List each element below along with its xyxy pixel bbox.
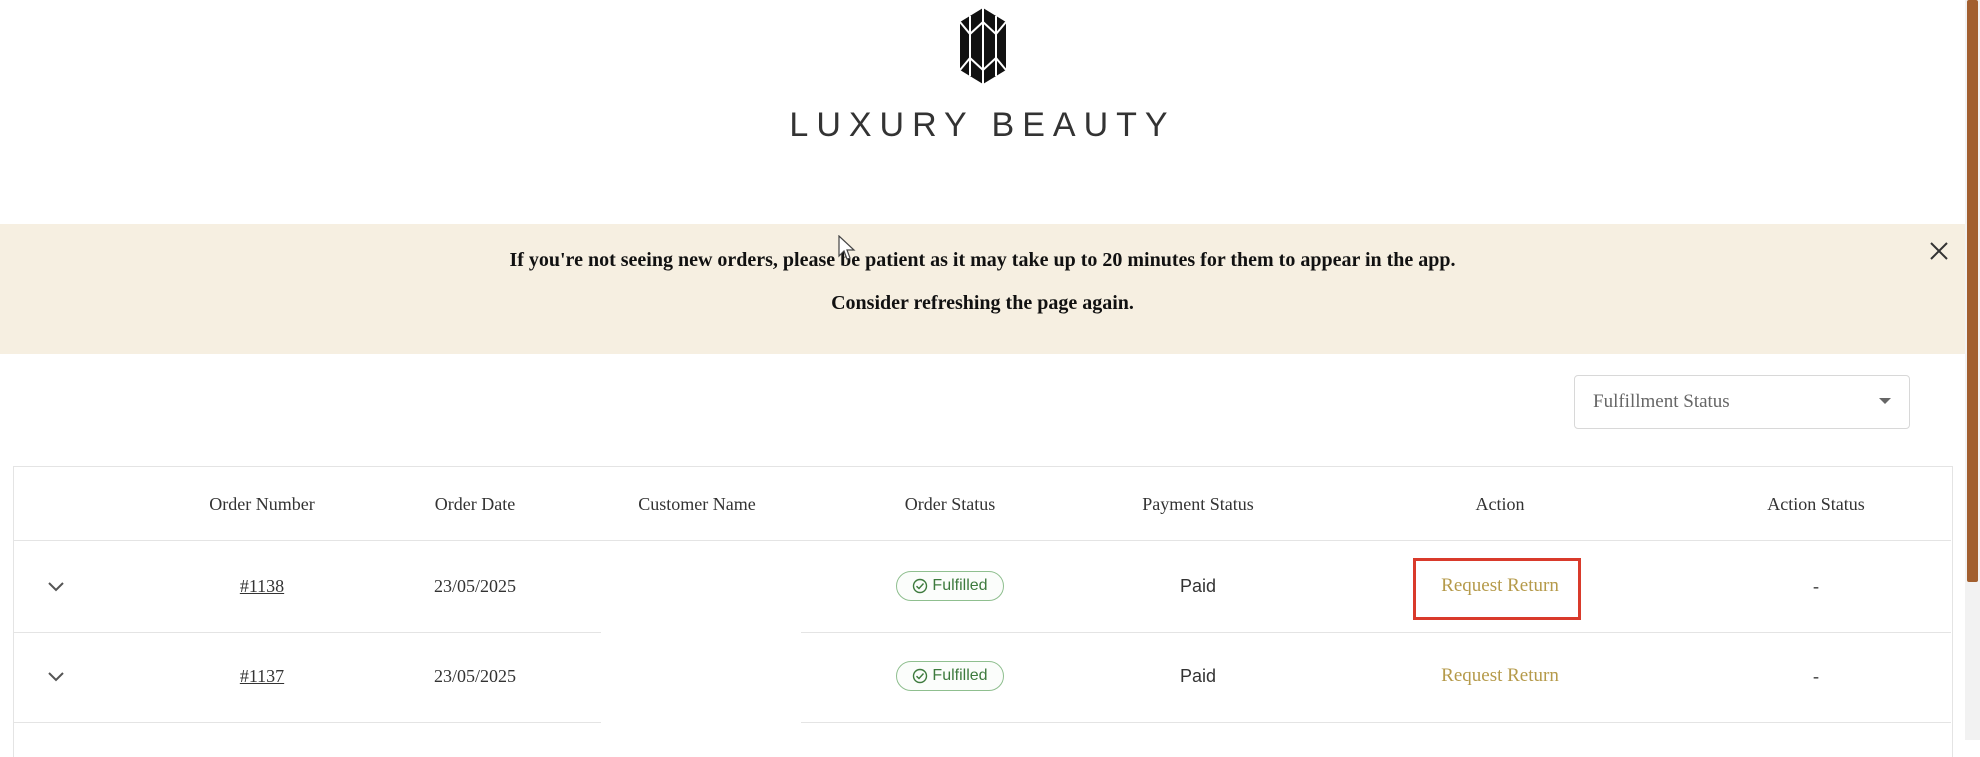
scrollbar-thumb[interactable]	[1967, 0, 1978, 582]
row-divider	[801, 632, 1951, 633]
dropdown-arrow-icon	[1879, 398, 1891, 404]
status-badge: Fulfilled	[896, 661, 1004, 691]
check-circle-icon	[913, 578, 928, 594]
brand-name: LUXURY BEAUTY	[789, 106, 1176, 144]
order-date: 23/05/2025	[433, 666, 517, 686]
banner-close-button[interactable]	[1924, 236, 1954, 266]
header-action: Action	[1475, 494, 1525, 514]
status-badge-label: Fulfilled	[932, 577, 988, 594]
header-order-number: Order Number	[209, 494, 315, 514]
expand-row-chevron-icon[interactable]	[46, 670, 66, 684]
check-circle-icon	[913, 668, 928, 684]
payment-status: Paid	[1179, 576, 1217, 596]
order-number-link[interactable]: #1137	[240, 666, 284, 687]
app-header: LUXURY BEAUTY	[0, 0, 1980, 224]
gem-icon	[959, 8, 1007, 84]
fulfillment-status-label: Fulfillment Status	[1593, 391, 1730, 412]
status-badge-label: Fulfilled	[932, 667, 988, 684]
header-customer-name: Customer Name	[638, 494, 756, 514]
row-divider	[801, 722, 1951, 723]
banner-message-line1: If you're not seeing new orders, please …	[509, 249, 1456, 271]
banner-message-line2: Consider refreshing the page again.	[831, 292, 1134, 314]
action-status: -	[1813, 576, 1819, 596]
request-return-button[interactable]: Request Return	[1441, 665, 1559, 687]
header-order-date: Order Date	[434, 494, 516, 514]
expand-row-chevron-icon[interactable]	[46, 580, 66, 594]
mouse-cursor-icon	[838, 235, 856, 260]
row-divider	[13, 722, 601, 723]
header-action-status: Action Status	[1767, 494, 1865, 514]
header-order-status: Order Status	[904, 494, 996, 514]
notice-banner	[0, 224, 1965, 354]
status-badge: Fulfilled	[896, 571, 1004, 601]
header-payment-status: Payment Status	[1142, 494, 1254, 514]
close-icon	[1930, 242, 1948, 260]
row-divider	[13, 632, 601, 633]
highlight-box	[1413, 558, 1581, 620]
header-divider	[13, 540, 1951, 541]
fulfillment-status-select[interactable]: Fulfillment Status	[1574, 375, 1910, 429]
order-number-link[interactable]: #1138	[240, 576, 284, 597]
order-date: 23/05/2025	[433, 576, 517, 596]
payment-status: Paid	[1179, 666, 1217, 686]
action-status: -	[1813, 666, 1819, 686]
